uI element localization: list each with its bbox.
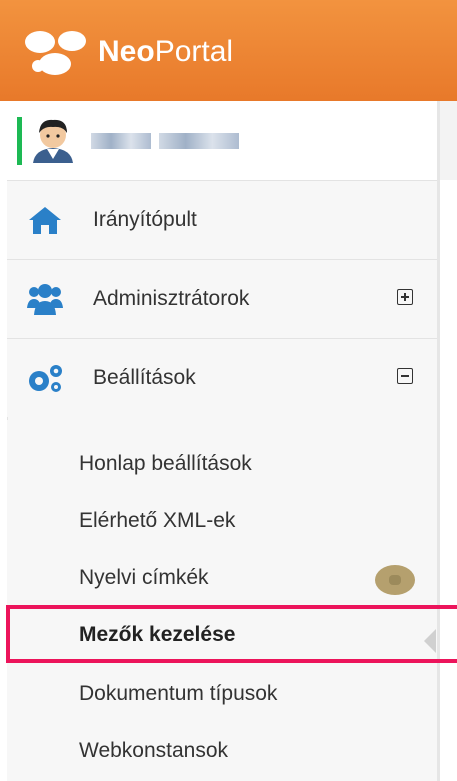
user-avatar-icon [33, 119, 73, 163]
expand-plus-icon[interactable] [397, 289, 413, 305]
sidebar-item-label: Irányítópult [93, 208, 197, 231]
sidebar-item-administrators[interactable]: Adminisztrátorok [7, 260, 437, 339]
neoportal-logo-icon [25, 31, 86, 75]
submenu-item-document-types[interactable]: Dokumentum típusok [79, 681, 277, 707]
users-icon [27, 284, 63, 315]
brand-name-bold: Neo [98, 35, 155, 68]
sidebar-item-settings[interactable]: Beállítások [7, 339, 437, 417]
user-panel[interactable] [7, 101, 437, 181]
submenu-item-language-labels[interactable]: Nyelvi címkék [79, 565, 209, 591]
brand-name-light: Portal [154, 35, 234, 68]
notification-badge [375, 565, 415, 595]
header-bar: NeoPortal [0, 0, 457, 101]
user-role-blurred [159, 133, 239, 149]
content-top-band [440, 101, 457, 180]
user-name-blurred [91, 133, 151, 149]
submenu-item-website-settings[interactable]: Honlap beállítások [79, 451, 252, 477]
submenu-item-web-constants[interactable]: Webkonstansok [79, 738, 228, 764]
sidebar-item-label: Adminisztrátorok [93, 287, 250, 310]
collapse-minus-icon[interactable] [397, 368, 413, 384]
selection-highlight [6, 605, 457, 663]
active-indicator-arrow-icon [424, 629, 436, 653]
submenu-item-available-xmls[interactable]: Elérhető XML-ek [79, 508, 235, 534]
sidebar-item-label: Beállítások [93, 366, 196, 389]
gears-icon [29, 365, 62, 392]
brand-name[interactable]: NeoPortal [98, 34, 233, 70]
sidebar-item-dashboard[interactable]: Irányítópult [7, 181, 437, 260]
home-icon [29, 207, 61, 234]
content-pane [437, 101, 457, 781]
online-indicator [17, 117, 22, 165]
